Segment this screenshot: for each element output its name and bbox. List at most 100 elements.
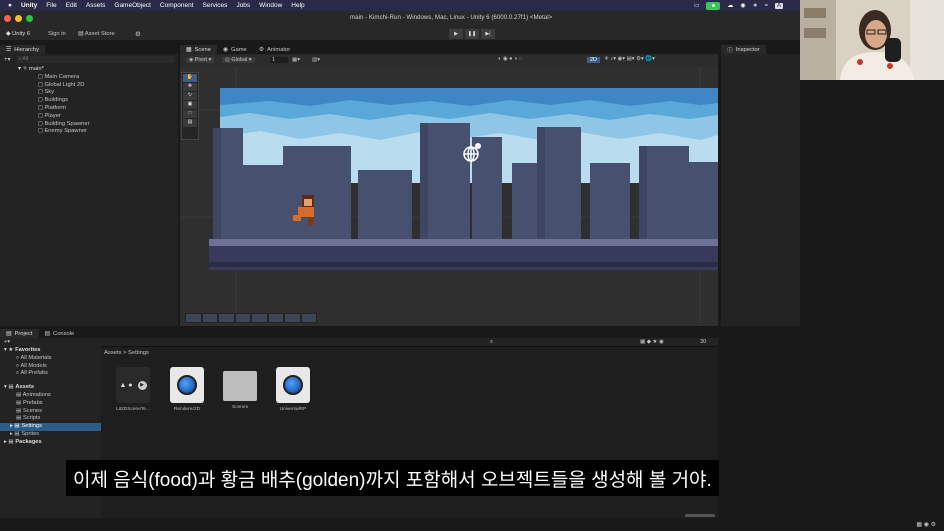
play-button[interactable]: ▶ [449,29,463,39]
overlay-tool-5-icon[interactable] [252,314,267,322]
menu-component[interactable]: Component [160,2,194,9]
status-area: ▭ ■ ☁ ◉ ∗ ≈ A [694,0,792,11]
global-dropdown[interactable]: ◎ Global ▾ [222,57,255,63]
asset-lit2d-scene-template[interactable]: ▲ ● ▶ Lit2DSceneTe... [112,367,154,412]
hierarchy-item-enemy-spawner[interactable]: ◻ Enemy Spawner [0,128,90,136]
asset-universalrp[interactable]: UniversalRP [272,367,314,412]
tab-inspector[interactable]: ⓘ Inspector [721,45,766,54]
menu-assets[interactable]: Assets [86,2,106,9]
minimize-window-button[interactable] [15,15,22,22]
hierarchy-item-main-camera[interactable]: ◻ Main Camera [0,74,90,82]
overlay-tool-2-icon[interactable] [202,314,217,322]
tab-project[interactable]: ▤ Project [0,329,39,338]
pivot-dropdown[interactable]: ◈ Pivot ▾ [186,57,215,63]
menu-services[interactable]: Services [203,2,228,9]
menu-jobs[interactable]: Jobs [236,2,250,9]
tab-hierarchy[interactable]: ☰ Hierarchy [0,45,46,54]
zoom-window-button[interactable] [26,15,33,22]
hierarchy-item-platform[interactable]: ◻ Platform [0,105,90,113]
pause-button[interactable]: ❚❚ [465,29,479,39]
animator-icon: ⚙ [258,46,264,53]
create-asset-button[interactable]: +▾ [4,339,10,345]
folder-sprites[interactable]: ▸ ▤ Sprites [0,431,101,439]
account-menu[interactable]: ◆ Unity 6 [6,31,30,37]
folder-animations[interactable]: ▤ Animations [0,392,101,400]
snap-increment-icon[interactable]: ▧▾ [312,57,320,63]
menu-file[interactable]: File [46,2,56,9]
assets-folder[interactable]: ▾ ▤ Assets [0,384,101,392]
tab-animator[interactable]: ⚙ Animator [253,45,296,54]
packages-folder[interactable]: ▸ ▤ Packages [0,439,101,447]
favorite-all-models[interactable]: ⌕ All Models [0,363,101,371]
tab-game[interactable]: ◉ Game [217,45,253,54]
divider [101,346,718,347]
folder-settings[interactable]: ▸ ▤ Settings [0,423,101,431]
lighting-icon[interactable]: ☀ ♪▾ ◉▾ ▤▾ ⚙▾ 🌐▾ [604,56,655,62]
overlay-tool-6-icon[interactable] [268,314,283,322]
overlay-tool-4-icon[interactable] [235,314,250,322]
cloud-icon[interactable]: ☁ [727,2,733,9]
overlay-tool-8-icon[interactable] [301,314,316,322]
add-object-button[interactable]: +▾ [4,56,11,63]
overlay-tool-7-icon[interactable] [285,314,300,322]
hierarchy-item-building-spawner[interactable]: ◻ Building Spawner [0,121,90,129]
icon-size-slider[interactable] [685,514,715,517]
folder-scenes[interactable]: ▤ Scenes [0,408,101,416]
favorites-folder[interactable]: ▾ ★ Favorites [0,347,101,355]
screen-icon[interactable]: ▭ [694,2,700,9]
asset-scenes-folder[interactable]: Scenes [219,367,261,410]
overlay-tool-3-icon[interactable] [219,314,234,322]
asset-store-button[interactable]: ▤ Asset Store [78,31,115,37]
favorite-all-materials[interactable]: ⌕ All Materials [0,355,101,363]
hierarchy-item-buildings[interactable]: ◻ Buildings [0,97,90,105]
tab-console[interactable]: ▤ Console [39,329,81,338]
tab-scene[interactable]: ▦ Scene [180,45,217,54]
grid-snapping-icon[interactable]: ▦▾ [292,57,300,63]
favorite-all-prefabs[interactable]: ⌕ All Prefabs [0,370,101,378]
draw-mode-icon[interactable]: ◐ ◉ ● ◑ ◌ [498,56,522,62]
inspector-tab-row: ⓘ Inspector [721,44,800,54]
asset-renderer2d[interactable]: Renderer2D [166,367,208,412]
folder-scripts[interactable]: ▤ Scripts [0,415,101,423]
hidden-packages-count: 30 [700,339,707,345]
hierarchy-item-player[interactable]: ◻ Player [0,113,90,121]
toggle-2d-button[interactable]: 2D [587,57,601,63]
scale-tool-icon[interactable]: ▣ [183,101,197,109]
lock-icon[interactable]: ◉ [740,2,745,9]
grid-snap-input[interactable]: 1 [270,57,288,63]
window-title: main - Kimchi-Run - Windows, Mac, Linux … [350,14,553,21]
rotate-tool-icon[interactable]: ↻ [183,92,197,100]
transform-tool-icon[interactable]: ▤ [183,119,197,127]
bluetooth-icon[interactable]: ∗ [753,2,758,9]
hand-tool-icon[interactable]: ✋ [183,74,197,82]
folder-prefabs[interactable]: ▤ Prefabs [0,400,101,408]
overlay-tool-1-icon[interactable] [186,314,201,322]
wifi-icon[interactable]: ≈ [765,3,768,9]
menu-edit[interactable]: Edit [66,2,77,9]
input-source[interactable]: A [774,2,783,9]
inspector-panel: ⓘ Inspector [721,44,800,326]
menu-help[interactable]: Help [291,2,304,9]
scene-root-main[interactable]: ▾ ✧ main* [0,66,90,74]
sign-in-button[interactable]: Sign in [48,31,66,37]
hierarchy-item-sky[interactable]: ◻ Sky [0,89,90,97]
scene-viewport[interactable] [180,67,718,326]
rect-tool-icon[interactable]: □ [183,110,197,118]
status-icons[interactable]: ▦ ◉ ⚙ [916,521,936,528]
apple-menu-icon[interactable]: ● [8,2,12,9]
menu-window[interactable]: Window [259,2,282,9]
hierarchy-item-global-light[interactable]: ◻ Global Light 2D [0,82,90,90]
hierarchy-search-input[interactable]: ⌕ All [16,56,174,63]
game-icon: ◉ [222,46,228,53]
close-window-button[interactable] [4,15,11,22]
project-search-icon[interactable]: ⌕ [490,339,493,346]
move-tool-icon[interactable]: ✥ [183,83,197,91]
scene-toolbar: ◈ Pivot ▾ ◎ Global ▾ 1 ▦▾ ▧▾ ◐ ◉ ● ◑ ◌ 2… [180,55,718,67]
camera-status-icon[interactable]: ■ [706,1,721,10]
filter-icons[interactable]: ▦ ◆ ★ ◉ [640,339,664,345]
step-button[interactable]: ▶| [481,29,495,39]
menu-app-unity[interactable]: Unity [21,2,37,9]
cloud-services-icon[interactable]: ⚙ [135,30,141,38]
gameobject-icon: ◻ [38,97,43,104]
menu-gameobject[interactable]: GameObject [114,2,151,9]
